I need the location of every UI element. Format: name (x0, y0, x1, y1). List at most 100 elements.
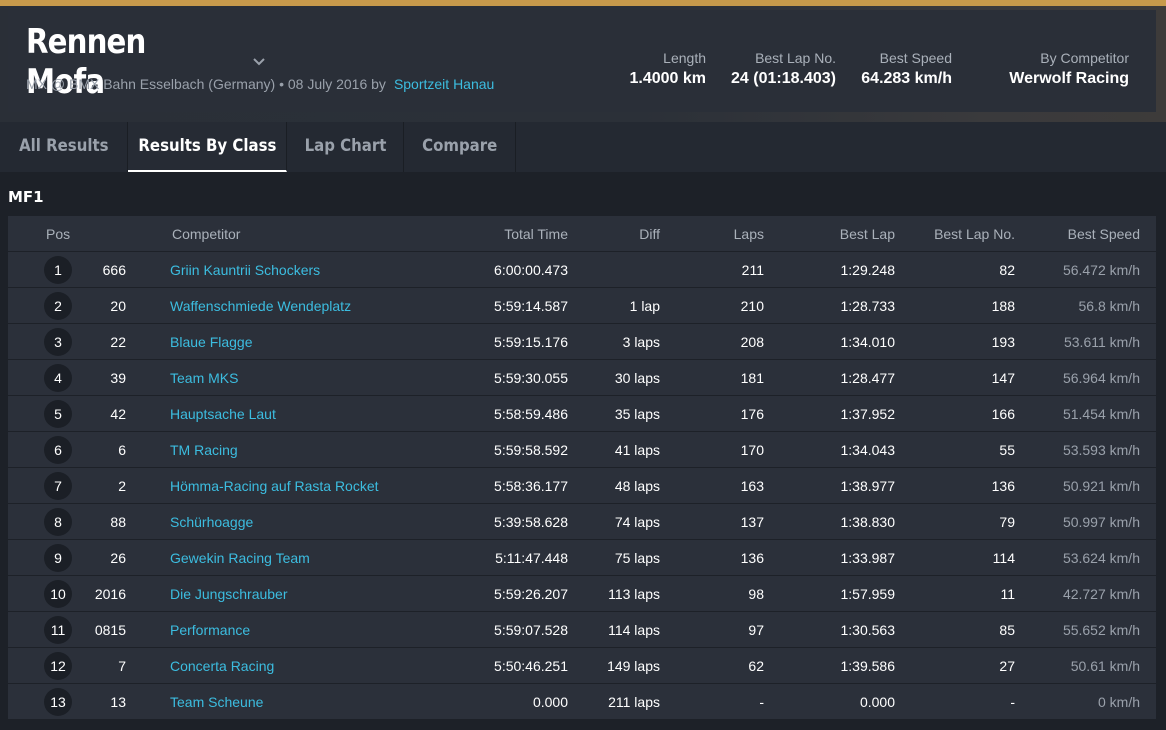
competitor-link[interactable]: Hauptsache Laut (170, 406, 276, 422)
col-competitor[interactable]: Competitor (126, 226, 466, 242)
organizer-link[interactable]: Sportzeit Hanau (394, 76, 494, 92)
competitor-number: 2016 (94, 585, 126, 602)
tab-compare[interactable]: Compare (404, 122, 516, 172)
total-time: 5:39:58.628 (494, 513, 568, 530)
total-time: 5:59:14.587 (494, 297, 568, 314)
competitor-link[interactable]: Blaue Flagge (170, 334, 253, 350)
best-lap-no: 82 (999, 261, 1015, 278)
col-best-lap[interactable]: Best Lap (764, 226, 895, 242)
diff: 114 laps (608, 621, 660, 638)
stat-by-competitor: By Competitor Werwolf Racing (1009, 50, 1129, 88)
competitor-number: 22 (110, 333, 126, 350)
competitor-cell: Performance (126, 622, 466, 638)
table-row[interactable]: 11 0815 Performance 5:59:07.528 114 laps 97 1:… (8, 612, 1156, 648)
table-row[interactable]: 2 20 Waffenschmiede Wendeplatz 5:59:14.587 1… (8, 288, 1156, 324)
col-best-lap-no[interactable]: Best Lap No. (895, 226, 1015, 242)
competitor-cell: Schürhoagge (126, 514, 466, 530)
diff: 30 laps (614, 369, 660, 386)
laps: 136 (740, 549, 764, 566)
competitor-link[interactable]: Schürhoagge (170, 514, 253, 530)
table-row[interactable]: 8 88 Schürhoagge 5:39:58.628 74 laps 137 1:38.… (8, 504, 1156, 540)
diff: 75 laps (614, 549, 660, 566)
laps: 211 (741, 261, 764, 278)
table-row[interactable]: 5 42 Hauptsache Laut 5:58:59.486 35 laps 176 1… (8, 396, 1156, 432)
competitor-number: 42 (110, 405, 126, 422)
best-lap-no: 55 (999, 441, 1015, 458)
tab-all-results[interactable]: All Results (0, 122, 128, 172)
competitor-number: 2 (118, 477, 126, 494)
laps: 163 (740, 477, 764, 494)
table-row[interactable]: 6 6 TM Racing 5:59:58.592 41 laps 170 1:34.043… (8, 432, 1156, 468)
competitor-cell: Team Scheune (126, 694, 466, 710)
competitor-number: 6 (118, 441, 126, 458)
best-lap: 1:39.586 (840, 657, 896, 674)
competitor-link[interactable]: Griin Kauntrii Schockers (170, 262, 320, 278)
competitor-link[interactable]: TM Racing (170, 442, 238, 458)
competitor-link[interactable]: Team Scheune (170, 694, 263, 710)
col-best-speed[interactable]: Best Speed (1015, 226, 1140, 242)
col-diff[interactable]: Diff (568, 226, 660, 242)
col-total-time[interactable]: Total Time (466, 226, 568, 242)
competitor-link[interactable]: Performance (170, 622, 250, 638)
col-laps[interactable]: Laps (660, 226, 764, 242)
diff: 35 laps (614, 405, 660, 422)
best-lap: 1:29.248 (840, 261, 896, 278)
class-results-section: MF1 Pos Competitor Total Time Diff Laps … (0, 180, 1166, 730)
table-row[interactable]: 3 22 Blaue Flagge 5:59:15.176 3 laps 208 1:34.… (8, 324, 1156, 360)
laps: 170 (740, 441, 764, 458)
diff: 41 laps (614, 441, 660, 458)
best-speed: 56.964 km/h (1062, 369, 1140, 386)
tab-lap-chart[interactable]: Lap Chart (287, 122, 404, 172)
chevron-down-icon[interactable] (252, 55, 266, 69)
col-pos[interactable]: Pos (8, 226, 106, 242)
table-row[interactable]: 7 2 Hömma-Racing auf Rasta Rocket 5:58:36.1… (8, 468, 1156, 504)
competitor-cell: Team MKS (126, 370, 466, 386)
laps: 210 (740, 297, 764, 314)
table-row[interactable]: 9 26 Gewekin Racing Team 5:11:47.448 75 laps… (8, 540, 1156, 576)
competitor-cell: Blaue Flagge (126, 334, 466, 350)
tab-results-by-class[interactable]: Results By Class (128, 122, 287, 172)
competitor-link[interactable]: Hömma-Racing auf Rasta Rocket (170, 478, 379, 494)
competitor-link[interactable]: Gewekin Racing Team (170, 550, 310, 566)
total-time: 5:59:58.592 (494, 441, 568, 458)
total-time: 6:00:00.473 (494, 261, 568, 278)
stat-best-lap-no: Best Lap No. 24 (01:18.403) (731, 50, 836, 88)
best-lap: 1:34.010 (840, 333, 896, 350)
best-lap-no: 166 (991, 405, 1015, 422)
table-header: Pos Competitor Total Time Diff Laps Best… (8, 216, 1156, 252)
table-row[interactable]: 4 39 Team MKS 5:59:30.055 30 laps 181 1:28.477… (8, 360, 1156, 396)
stat-value: 64.283 km/h (861, 70, 952, 87)
best-lap: 0.000 (859, 693, 895, 710)
total-time: 5:58:59.486 (494, 405, 568, 422)
table-row[interactable]: 12 7 Concerta Racing 5:50:46.251 149 laps 62 1… (8, 648, 1156, 684)
best-lap-no: 11 (1000, 585, 1015, 602)
table-row[interactable]: 1 666 Griin Kauntrii Schockers 6:00:00.473 2… (8, 252, 1156, 288)
event-venue-date: MX @ BMX Bahn Esselbach (Germany) • 08 J… (26, 76, 386, 92)
total-time: 5:50:46.251 (494, 657, 568, 674)
competitor-link[interactable]: Waffenschmiede Wendeplatz (170, 298, 351, 314)
stat-value: 1.4000 km (629, 70, 706, 87)
laps: 62 (748, 657, 764, 674)
stat-length: Length 1.4000 km (629, 50, 706, 88)
competitor-cell: Waffenschmiede Wendeplatz (126, 298, 466, 314)
best-lap: 1:30.563 (840, 621, 896, 638)
competitor-cell: Hömma-Racing auf Rasta Rocket (126, 478, 466, 494)
total-time: 5:59:26.207 (494, 585, 568, 602)
best-speed: 0 km/h (1097, 693, 1140, 710)
competitor-number: 88 (110, 513, 126, 530)
competitor-number: 666 (102, 261, 126, 278)
competitor-link[interactable]: Concerta Racing (170, 658, 274, 674)
best-lap-no: 27 (999, 657, 1015, 674)
best-lap-no: - (1010, 693, 1015, 710)
table-row[interactable]: 10 2016 Die Jungschrauber 5:59:26.207 113 la… (8, 576, 1156, 612)
competitor-number: 39 (110, 369, 126, 386)
best-speed: 51.454 km/h (1062, 405, 1140, 422)
competitor-link[interactable]: Team MKS (170, 370, 238, 386)
best-lap: 1:34.043 (840, 441, 896, 458)
competitor-link[interactable]: Die Jungschrauber (170, 586, 288, 602)
table-row[interactable]: 13 13 Team Scheune 0.000 211 laps -0.000-0 km… (8, 684, 1156, 720)
best-lap: 1:28.477 (840, 369, 896, 386)
total-time: 5:59:30.055 (494, 369, 568, 386)
best-speed: 55.652 km/h (1062, 621, 1140, 638)
competitor-number: 20 (110, 297, 126, 314)
